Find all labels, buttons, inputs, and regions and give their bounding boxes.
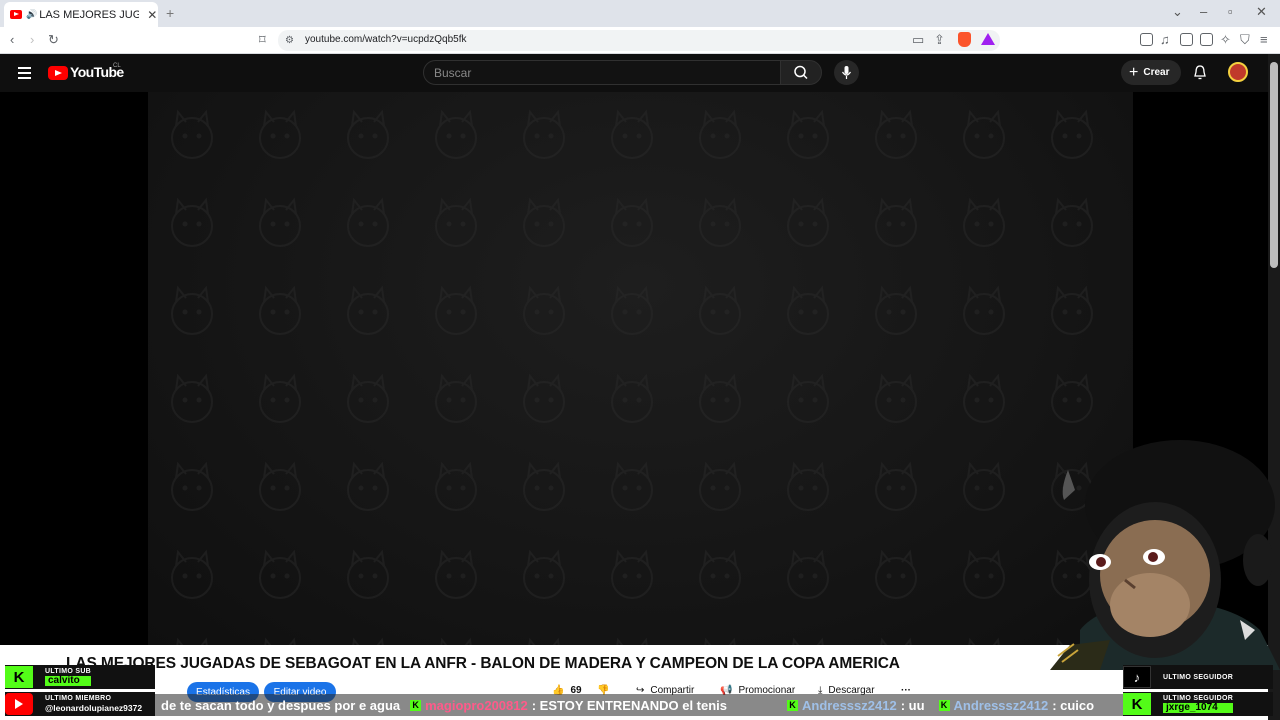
video-pattern-background [148,92,1133,645]
brave-rewards-icon[interactable] [981,33,995,45]
maximize-icon[interactable]: ▫ [1228,4,1233,19]
kick-icon: K [410,699,422,711]
region-code: CL [113,63,121,69]
ticker-username: Andresssz2412 [953,697,1049,713]
close-window-icon[interactable]: ✕ [1256,4,1267,20]
cast-icon[interactable]: ▭ [912,33,924,47]
bell-icon [1194,65,1206,80]
site-info-icon[interactable]: ⚙ [285,34,294,48]
video-title: LAS MEJORES JUGADAS DE SEBAGOAT EN LA AN… [66,655,900,672]
last-sub-label: ULTIMO SUB [45,668,92,675]
media-icon[interactable]: ♫ [1160,33,1170,47]
create-label: Crear [1143,67,1170,78]
close-tab-icon[interactable]: ✕ [147,8,157,22]
new-tab-icon[interactable]: + [166,5,174,21]
notifications-button[interactable] [1192,64,1208,86]
tiktok-follower-label: ULTIMO SEGUIDOR [1163,673,1234,681]
voice-search-button[interactable] [834,60,859,85]
create-button[interactable]: + Crear [1121,60,1181,85]
share-page-icon[interactable]: ⇪ [934,33,945,47]
ticker-username: Andresssz2412 [802,697,897,713]
search-button[interactable] [780,60,822,85]
browser-tab-strip [0,0,1280,27]
minimize-icon[interactable]: – [1200,4,1207,19]
kick-logo-icon: K [5,666,33,688]
search-input[interactable] [423,60,781,85]
microphone-icon [842,66,851,79]
speaker-icon: 🔊 [26,9,38,19]
streamer-avatar-monkey [1050,440,1280,670]
tab-list-icon[interactable]: ⌄ [1172,4,1183,20]
brave-shield-icon[interactable] [958,32,971,47]
last-sub-name: calvito [45,676,92,686]
ticker-message: de te sacan todo y despues por e agua [161,697,401,713]
youtube-logo-icon[interactable] [48,66,68,80]
back-icon[interactable]: ‹ [10,33,14,47]
ticker-message: : uu [900,697,925,713]
bookmark-icon[interactable]: ⌑ [259,33,266,47]
kick-icon: K [938,699,950,711]
last-member-widget: ULTIMO MIEMBRO @leonardolupianez9372 [5,692,155,716]
browser-tab[interactable]: 🔊 LAS MEJORES JUGAD/ ✕ [4,2,158,27]
reload-icon[interactable]: ↻ [48,33,59,47]
ticker-username: magiopro200812 [425,697,528,713]
url-text: youtube.com/watch?v=ucpdzQqb5fk [305,34,467,45]
youtube-favicon-icon [10,10,22,19]
youtube-logo-icon [5,693,33,715]
tiktok-follower-widget: ♪ ULTIMO SEGUIDOR [1123,665,1273,689]
chat-ticker: de te sacan todo y despues por e agua K … [155,694,1155,716]
menu-icon[interactable]: ≡ [1260,33,1268,47]
extensions-icon[interactable] [1140,33,1153,46]
plus-icon: + [1129,63,1139,81]
ticker-message: : ESTOY ENTRENANDO el tenis [531,697,728,713]
last-member-name: @leonardolupianez9372 [45,703,143,714]
tiktok-icon: ♪ [1123,666,1151,688]
kick-follower-widget: K ULTIMO SEGUIDOR jxrge_1074 [1123,692,1273,716]
leo-ai-icon[interactable]: ✧ [1220,33,1231,47]
vpn-icon[interactable]: ⛉ [1240,33,1250,47]
account-avatar[interactable] [1228,62,1248,82]
search-icon [794,65,808,80]
sidebar-icon[interactable] [1180,33,1193,46]
kick-icon: K [787,699,799,711]
last-follower-name: jxrge_1074 [1163,703,1234,713]
last-member-label: ULTIMO MIEMBRO [45,695,112,703]
page-scrollbar-thumb[interactable] [1270,62,1278,268]
kick-follower-label: ULTIMO SEGUIDOR [1163,695,1234,702]
kick-logo-icon: K [1123,693,1151,715]
forward-icon[interactable]: › [30,33,34,47]
last-sub-widget: K ULTIMO SUB calvito [5,665,155,689]
wallet-icon[interactable] [1200,33,1213,46]
tab-title: LAS MEJORES JUGAD/ [39,8,140,21]
ticker-message: : cuico [1052,697,1095,713]
